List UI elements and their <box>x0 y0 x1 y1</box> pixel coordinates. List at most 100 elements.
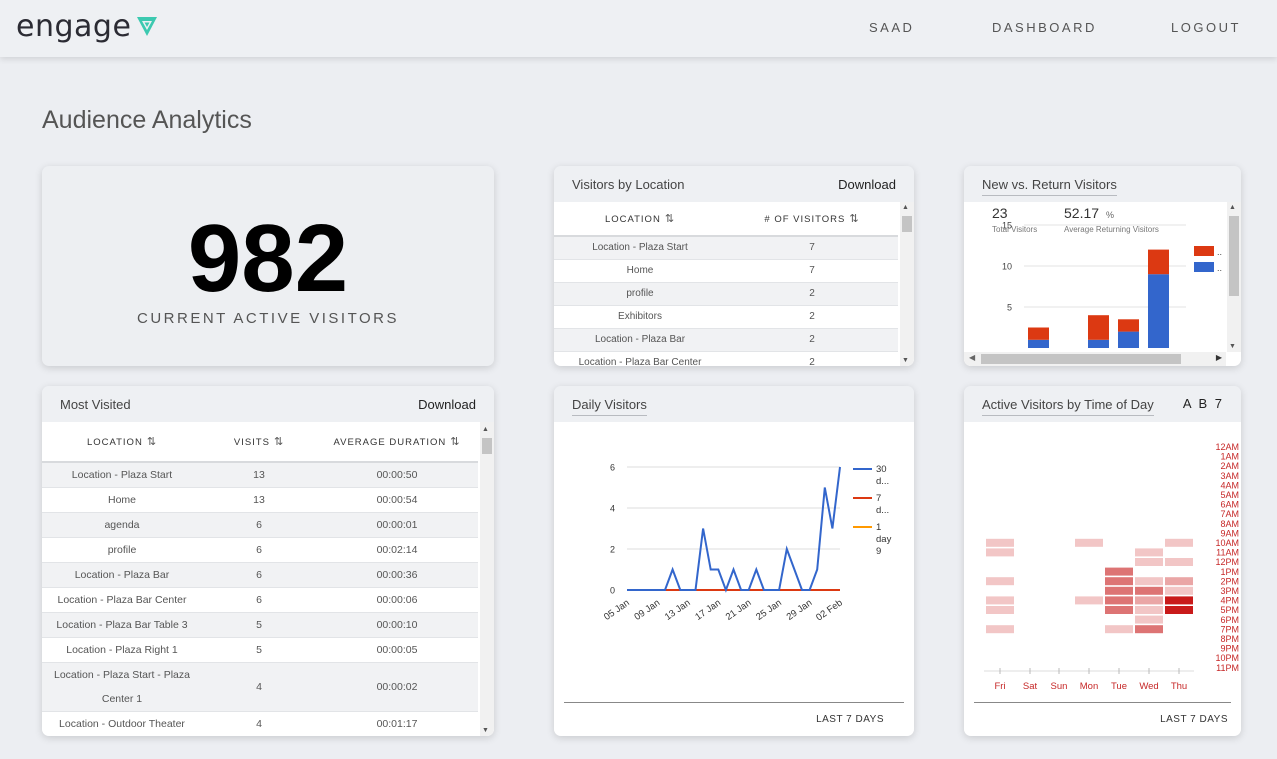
scroll-left-icon[interactable]: ◀ <box>969 353 975 362</box>
scrollbar-thumb[interactable] <box>1229 216 1239 296</box>
heatmap-cell <box>1105 606 1133 614</box>
table-row[interactable]: Location - Plaza Start - Plaza Center 14… <box>42 662 478 712</box>
sort-icon[interactable]: ⇅ <box>849 213 859 225</box>
x-tick-label: 09 Jan <box>632 597 662 622</box>
scroll-down-icon[interactable]: ▼ <box>1229 343 1236 350</box>
heatmap-cell <box>1135 548 1163 557</box>
table-row[interactable]: profile 6 00:02:14 <box>42 537 478 563</box>
scrollbar-thumb[interactable] <box>482 438 492 454</box>
scroll-right-icon[interactable]: ▶ <box>1216 353 1222 362</box>
vertical-scrollbar[interactable]: ▲ ▼ <box>1227 202 1241 352</box>
sort-icon[interactable]: ⇅ <box>450 436 460 448</box>
column-header-visitors[interactable]: # OF VISITORS ⇅ <box>726 202 898 237</box>
duration-cell: 00:00:02 <box>316 662 478 712</box>
hour-label: 11AM <box>1216 548 1239 558</box>
scrollbar-thumb[interactable] <box>902 216 912 232</box>
control-7[interactable]: 7 <box>1215 396 1224 411</box>
heatmap-cell <box>986 548 1014 557</box>
vertical-scrollbar[interactable]: ▲ ▼ <box>480 422 494 736</box>
scrollbar-thumb[interactable] <box>981 354 1181 364</box>
new-return-bar-chart: 15 10 5.... <box>1002 221 1222 348</box>
nav-dashboard[interactable]: DASHBOARD <box>992 20 1097 35</box>
column-header-location[interactable]: LOCATION ⇅ <box>42 422 202 463</box>
table-row[interactable]: agenda 6 00:00:01 <box>42 512 478 538</box>
active-visitors-count: 982 <box>187 205 349 312</box>
day-label: Mon <box>1080 681 1098 692</box>
date-range-label[interactable]: LAST 7 DAYS <box>816 714 884 725</box>
location-cell: Location - Outdoor Theater <box>42 711 202 736</box>
location-table: LOCATION ⇅ # OF VISITORS ⇅ Location - Plaz… <box>554 202 898 366</box>
location-cell: Location - Plaza Bar Center <box>42 587 202 613</box>
scroll-down-icon[interactable]: ▼ <box>482 727 489 734</box>
hour-label: 12PM <box>1215 557 1239 567</box>
card-header: Most Visited Download <box>42 386 494 422</box>
y-tick-label: 0 <box>610 586 615 596</box>
location-cell: agenda <box>42 512 202 538</box>
hour-label: 4AM <box>1220 480 1239 490</box>
engage-logo[interactable]: engage <box>16 10 131 44</box>
column-header-average-duration[interactable]: AVERAGE DURATION ⇅ <box>316 422 478 463</box>
table-row[interactable]: Location - Outdoor Theater 4 00:01:17 <box>42 711 478 736</box>
location-table-container: LOCATION ⇅ # OF VISITORS ⇅ Location - Plaz… <box>554 202 914 366</box>
sort-icon[interactable]: ⇅ <box>147 436 157 448</box>
table-row[interactable]: profile 2 <box>554 282 898 306</box>
control-a[interactable]: A <box>1183 396 1193 411</box>
table-row[interactable]: Location - Plaza Right 1 5 00:00:05 <box>42 637 478 663</box>
table-row[interactable]: Home 13 00:00:54 <box>42 487 478 513</box>
vertical-scrollbar[interactable]: ▲ ▼ <box>900 202 914 366</box>
legend-label: 30 <box>876 464 887 475</box>
duration-cell: 00:00:06 <box>316 587 478 613</box>
table-row[interactable]: Location - Plaza Bar 6 00:00:36 <box>42 562 478 588</box>
visitor-count-cell: 7 <box>726 259 898 283</box>
heatmap-cell <box>1165 538 1193 547</box>
table-row[interactable]: Location - Plaza Bar Center 2 <box>554 351 898 366</box>
table-row[interactable]: Location - Plaza Bar Table 3 5 00:00:10 <box>42 612 478 638</box>
heatmap-cell <box>1135 625 1163 634</box>
heatmap-cell <box>1135 558 1163 566</box>
horizontal-scrollbar[interactable]: ◀ ▶ <box>964 352 1226 366</box>
sort-icon[interactable]: ⇅ <box>274 436 284 448</box>
visits-cell: 13 <box>202 487 316 513</box>
table-row[interactable]: Location - Plaza Bar 2 <box>554 328 898 352</box>
table-row[interactable]: Location - Plaza Start 7 <box>554 236 898 260</box>
sort-icon[interactable]: ⇅ <box>665 213 675 225</box>
location-cell: Location - Plaza Bar Table 3 <box>42 612 202 638</box>
duration-cell: 00:00:10 <box>316 612 478 638</box>
y-tick-label: 5 <box>1007 303 1012 313</box>
table-row[interactable]: Exhibitors 2 <box>554 305 898 329</box>
hour-label: 10PM <box>1215 653 1239 663</box>
heatmap-cell <box>986 538 1014 547</box>
table-row[interactable]: Location - Plaza Start 13 00:00:50 <box>42 462 478 488</box>
date-range-label[interactable]: LAST 7 DAYS <box>1160 714 1228 725</box>
day-label: Sun <box>1051 681 1068 692</box>
day-label: Tue <box>1111 681 1127 692</box>
card-title: Most Visited <box>60 397 131 412</box>
table-row[interactable]: Location - Plaza Bar Center 6 00:00:06 <box>42 587 478 613</box>
scroll-up-icon[interactable]: ▲ <box>902 204 909 211</box>
duration-cell: 00:00:01 <box>316 512 478 538</box>
scroll-up-icon[interactable]: ▲ <box>482 426 489 433</box>
scroll-down-icon[interactable]: ▼ <box>902 357 909 364</box>
download-button[interactable]: Download <box>838 177 896 192</box>
chart-controls: A B 7 <box>1183 396 1224 411</box>
location-cell: Exhibitors <box>554 305 726 329</box>
nav-user[interactable]: SAAD <box>869 20 914 35</box>
nav-logout[interactable]: LOGOUT <box>1171 20 1241 35</box>
control-b[interactable]: B <box>1198 396 1209 411</box>
hour-label: 6AM <box>1220 500 1239 510</box>
column-header-visits[interactable]: VISITS ⇅ <box>202 422 316 463</box>
time-of-day-card: Active Visitors by Time of Day A B 7 12A… <box>964 386 1241 736</box>
visitor-count-cell: 2 <box>726 328 898 352</box>
visits-cell: 6 <box>202 537 316 563</box>
hour-label: 8AM <box>1220 519 1239 529</box>
scroll-up-icon[interactable]: ▲ <box>1229 204 1236 211</box>
most-visited-table-body: Location - Plaza Start 13 00:00:50 Home 13 00… <box>42 462 478 736</box>
column-header-location[interactable]: LOCATION ⇅ <box>554 202 726 237</box>
table-row[interactable]: Home 7 <box>554 259 898 283</box>
visits-cell: 6 <box>202 587 316 613</box>
location-cell: Location - Plaza Bar Center <box>554 351 726 366</box>
hour-label: 7PM <box>1220 624 1239 634</box>
daily-visitors-line-chart: 6 4 2 005 Jan 09 Jan 13 Jan 17 Jan 21 Jan 25 Jan… <box>602 463 892 624</box>
download-button[interactable]: Download <box>418 397 476 412</box>
active-visitors-label: CURRENT ACTIVE VISITORS <box>137 310 399 327</box>
